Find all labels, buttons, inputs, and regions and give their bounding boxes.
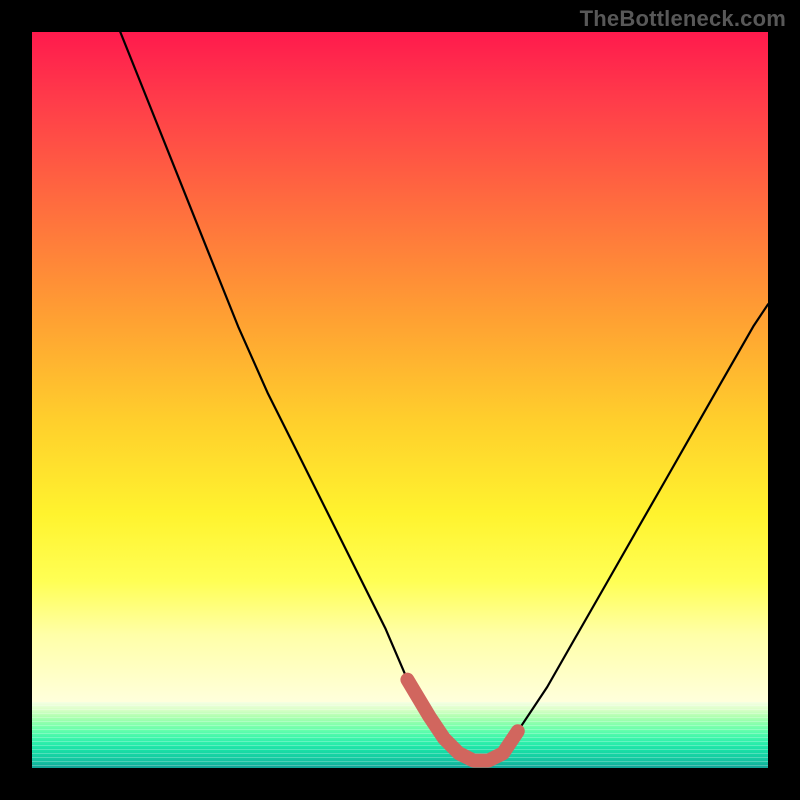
watermark-text: TheBottleneck.com	[580, 6, 786, 32]
chart-frame: TheBottleneck.com	[0, 0, 800, 800]
highlight-layer	[32, 32, 768, 768]
plot-area	[32, 32, 768, 768]
optimal-range-path	[407, 680, 517, 761]
